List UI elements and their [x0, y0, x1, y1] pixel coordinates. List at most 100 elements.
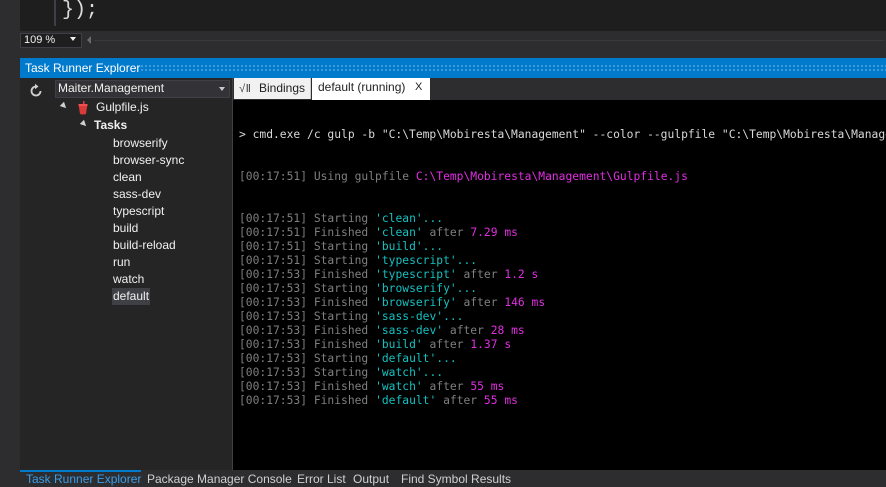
- console-timestamp: [00:17:53]: [239, 352, 308, 365]
- console-verb: Starting: [313, 366, 369, 379]
- task-item-build-reload[interactable]: build-reload: [112, 237, 177, 254]
- console-task-name: 'browserify'...: [375, 282, 478, 295]
- chevron-down-icon[interactable]: [70, 37, 76, 41]
- console-verb: Starting: [313, 352, 369, 365]
- console-timestamp: [00:17:51]: [239, 254, 308, 267]
- console-log-line: [00:17:53] Starting 'browserify'...: [239, 282, 886, 296]
- console-timestamp: [00:17:53]: [239, 394, 308, 407]
- console-timestamp: [00:17:53]: [239, 324, 308, 337]
- console-task-name: 'typescript'...: [375, 254, 478, 267]
- console-command-line: > cmd.exe /c gulp -b "C:\Temp\Mobiresta\…: [239, 128, 886, 141]
- console-timestamp: [00:17:53]: [239, 380, 308, 393]
- console-log-line: [00:17:53] Finished 'default' after 55 m…: [239, 394, 886, 408]
- console-duration: 7.29 ms: [470, 226, 518, 239]
- scroll-left-icon[interactable]: [87, 36, 91, 44]
- console-after: after: [463, 268, 498, 281]
- console-duration: 1.2 s: [504, 268, 539, 281]
- tab-error-list[interactable]: Error List: [297, 472, 346, 486]
- gulpfile-node[interactable]: Gulpfile.js: [96, 100, 149, 114]
- console-verb: Starting: [313, 254, 369, 267]
- console-verb: Finished: [313, 338, 369, 351]
- task-item-watch[interactable]: watch: [112, 271, 145, 288]
- task-item-browser-sync[interactable]: browser-sync: [112, 152, 185, 169]
- title-bar-grip: [140, 64, 886, 72]
- console-after: after: [463, 296, 498, 309]
- console-log-line: [00:17:53] Starting 'sass-dev'...: [239, 310, 886, 324]
- console-verb: Finished: [313, 394, 369, 407]
- console-log-line: [00:17:53] Finished 'watch' after 55 ms: [239, 380, 886, 394]
- console-verb: Starting: [313, 212, 369, 225]
- console-log-line: [00:17:51] Starting 'clean'...: [239, 212, 886, 226]
- console-verb: Finished: [313, 324, 369, 337]
- console-log-line: [00:17:53] Finished 'browserify' after 1…: [239, 296, 886, 310]
- console-verb: Starting: [313, 240, 369, 253]
- console-after: after: [429, 380, 464, 393]
- task-item-sass-dev[interactable]: sass-dev: [112, 186, 162, 203]
- close-icon[interactable]: X: [415, 81, 422, 93]
- task-item-build[interactable]: build: [112, 220, 139, 237]
- tab-bindings-label: Bindings: [259, 81, 306, 95]
- console-task-name: 'default'...: [375, 352, 457, 365]
- project-selector-value: Maiter.Management: [58, 81, 165, 95]
- console-task-name: 'sass-dev'...: [375, 310, 464, 323]
- console-duration: 55 ms: [470, 380, 505, 393]
- console-duration: 28 ms: [490, 324, 525, 337]
- console-log-line: [00:17:51] Starting 'typescript'...: [239, 254, 886, 268]
- console-duration: 146 ms: [504, 296, 546, 309]
- code-editor[interactable]: [0, 0, 886, 31]
- console-verb: Finished: [313, 380, 369, 393]
- bindings-icon: √Ⅱ: [239, 84, 252, 96]
- tab-find-symbol-results[interactable]: Find Symbol Results: [401, 472, 511, 486]
- task-item-browserify[interactable]: browserify: [112, 135, 169, 152]
- console-timestamp: [00:17:53]: [239, 268, 308, 281]
- console-lines: > cmd.exe /c gulp -b "C:\Temp\Mobiresta\…: [239, 100, 886, 436]
- console-after: after: [443, 394, 478, 407]
- gulp-icon: [78, 101, 88, 115]
- console-log-line: [00:17:53] Starting 'default'...: [239, 352, 886, 366]
- refresh-icon-svg: [30, 83, 42, 97]
- code-line[interactable]: });: [62, 0, 98, 22]
- console-verb: Starting: [313, 282, 369, 295]
- console-log-line: [00:17:53] Starting 'watch'...: [239, 366, 886, 380]
- left-frame: [0, 50, 20, 487]
- tab-default-running-label: default (running): [318, 80, 406, 94]
- horizontal-scrollbar[interactable]: [94, 40, 884, 41]
- tab-package-manager-console[interactable]: Package Manager Console: [147, 472, 292, 486]
- zoom-value: 109 %: [24, 34, 56, 46]
- console-timestamp: [00:17:53]: [239, 310, 308, 323]
- console-task-name: 'browserify': [375, 296, 457, 309]
- console-verb: Finished: [313, 268, 369, 281]
- console-duration: 55 ms: [483, 394, 518, 407]
- task-item-clean[interactable]: clean: [112, 169, 143, 186]
- tab-task-runner-explorer[interactable]: Task Runner Explorer: [26, 472, 141, 486]
- refresh-icon[interactable]: [27, 83, 45, 101]
- console-duration: 1.37 s: [470, 338, 512, 351]
- tab-output[interactable]: Output: [353, 472, 389, 486]
- task-output-console[interactable]: > cmd.exe /c gulp -b "C:\Temp\Mobiresta\…: [233, 100, 886, 470]
- gulp-icon-svg: [78, 101, 88, 115]
- console-log-line: [00:17:51] Finished 'clean' after 7.29 m…: [239, 226, 886, 240]
- console-timestamp: [00:17:51]: [239, 240, 308, 253]
- task-item-default[interactable]: default: [112, 288, 151, 305]
- console-after: after: [449, 324, 484, 337]
- console-text: Using gulpfile: [313, 170, 410, 183]
- console-task-name: 'sass-dev': [375, 324, 444, 337]
- console-log-line: [00:17:51] Starting 'build'...: [239, 240, 886, 254]
- chevron-down-icon[interactable]: [219, 87, 225, 91]
- console-log-line: [00:17:53] Finished 'build' after 1.37 s: [239, 338, 886, 352]
- task-item-run[interactable]: run: [112, 254, 131, 271]
- console-timestamp: [00:17:53]: [239, 338, 308, 351]
- console-timestamp: [00:17:53]: [239, 282, 308, 295]
- console-task-name: 'watch'...: [375, 366, 444, 379]
- console-task-name: 'watch': [375, 380, 423, 393]
- console-task-name: 'default': [375, 394, 437, 407]
- console-task-name: 'clean': [375, 226, 423, 239]
- console-task-name: 'build'...: [375, 240, 444, 253]
- task-item-typescript[interactable]: typescript: [112, 203, 165, 220]
- console-task-name: 'build': [375, 338, 423, 351]
- console-after: after: [429, 338, 464, 351]
- tasks-node[interactable]: Tasks: [94, 118, 127, 132]
- console-timestamp: [00:17:53]: [239, 296, 308, 309]
- editor-gutter: [54, 0, 56, 26]
- console-task-name: 'clean'...: [375, 212, 444, 225]
